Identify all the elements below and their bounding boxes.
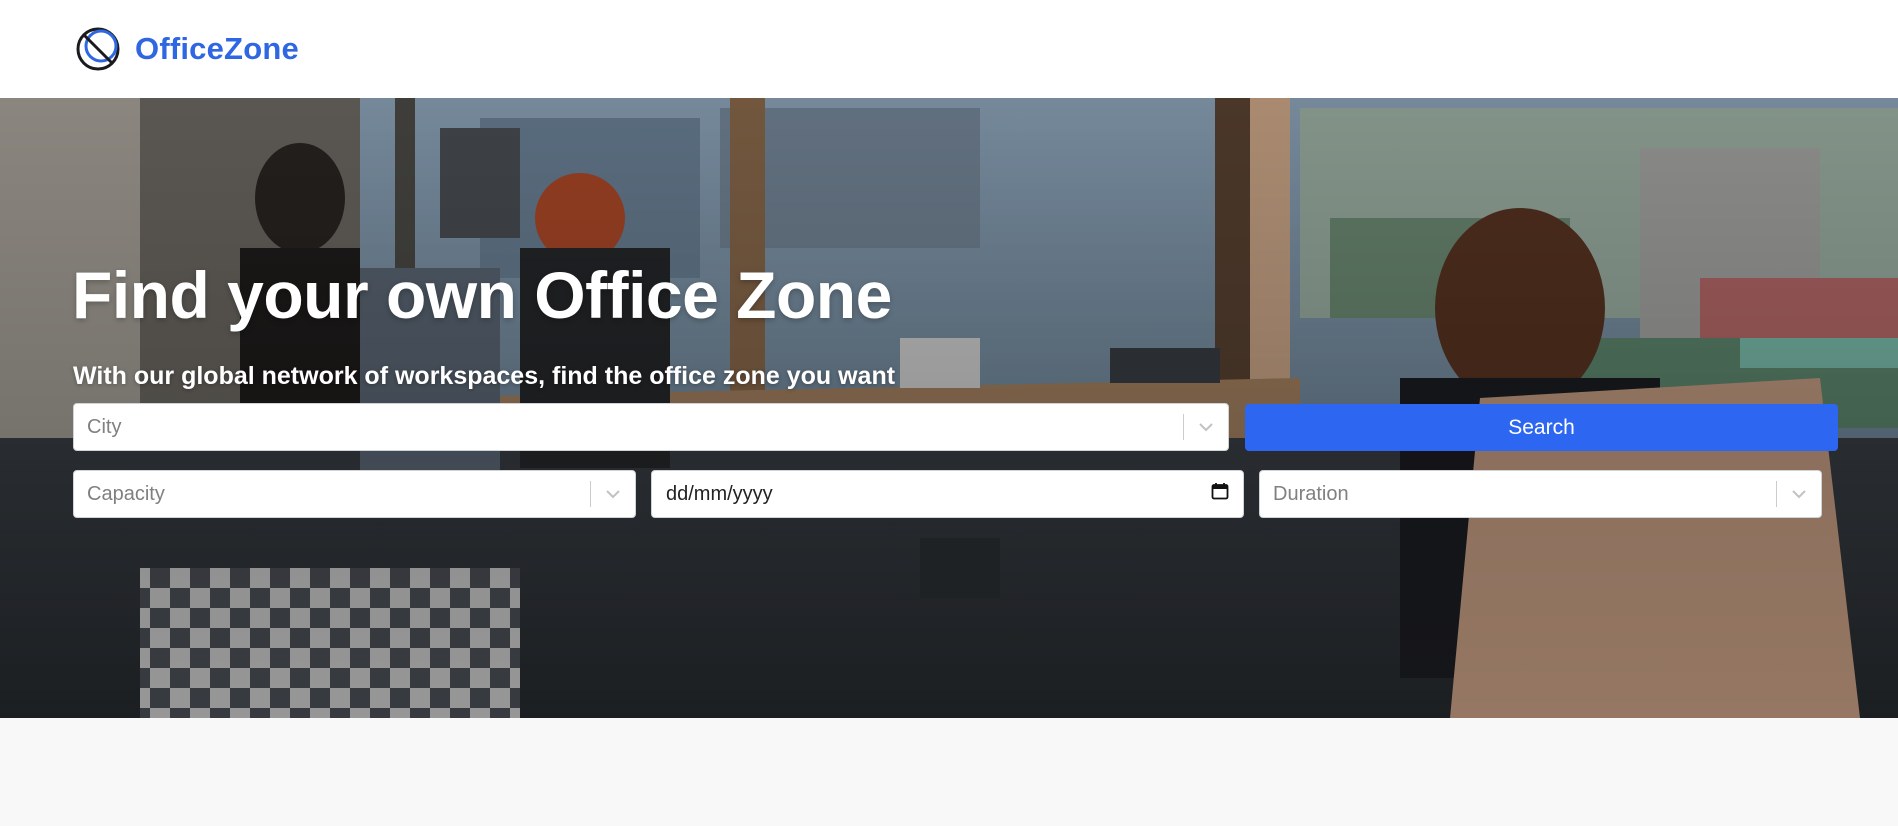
chevron-down-icon[interactable] [1184,404,1228,450]
chevron-down-icon[interactable] [591,471,635,517]
content-area [0,718,1898,826]
search-button[interactable]: Search [1245,404,1838,451]
city-select[interactable]: City [73,403,1229,451]
city-placeholder: City [87,415,122,438]
brand-name: OfficeZone [135,31,299,66]
officezone-logo-icon [76,27,120,71]
chevron-down-icon[interactable] [1777,471,1821,517]
date-input[interactable]: dd/mm/yyyy [651,470,1244,518]
capacity-select[interactable]: Capacity [73,470,636,518]
calendar-icon[interactable] [1211,482,1229,506]
site-header: OfficeZone [0,0,1898,98]
duration-placeholder: Duration [1273,482,1349,505]
date-placeholder: dd/mm/yyyy [666,482,773,505]
brand-logo-link[interactable]: OfficeZone [75,26,299,72]
duration-select[interactable]: Duration [1259,470,1822,518]
capacity-placeholder: Capacity [87,482,165,505]
hero-title: Find your own Office Zone [72,258,892,332]
hero-subtitle: With our global network of workspaces, f… [73,362,896,390]
